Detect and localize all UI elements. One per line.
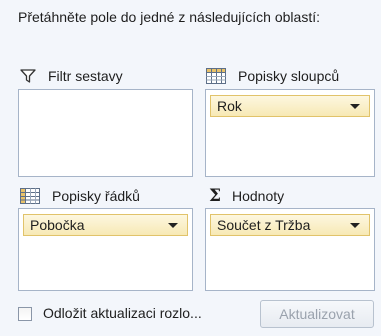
rows-zone-label: Popisky řádků [52, 188, 140, 204]
sigma-icon: Σ [208, 186, 222, 206]
value-field-item[interactable]: Součet z Tržba [210, 214, 370, 236]
row-field-label: Pobočka [30, 217, 85, 233]
value-field-label: Součet z Tržba [217, 217, 311, 233]
column-field-label: Rok [217, 98, 242, 114]
defer-update-label[interactable]: Odložit aktualizaci rozlo... [43, 305, 202, 321]
values-zone-title: Σ Hodnoty [208, 186, 284, 206]
filter-zone-label: Filtr sestavy [48, 68, 123, 84]
column-field-item[interactable]: Rok [210, 95, 370, 117]
values-zone[interactable]: Součet z Tržba [205, 208, 375, 291]
filter-zone[interactable] [18, 89, 193, 177]
values-zone-label: Hodnoty [232, 188, 285, 204]
row-field-item[interactable]: Pobočka [23, 214, 188, 236]
bottom-bar: Odložit aktualizaci rozlo... Aktualizova… [18, 300, 374, 328]
column-grid-icon [206, 68, 226, 84]
columns-zone-title: Popisky sloupců [206, 66, 339, 86]
columns-zone[interactable]: Rok [205, 89, 375, 177]
rows-zone-title: Popisky řádků [20, 186, 140, 206]
chevron-down-icon[interactable] [350, 223, 360, 228]
columns-zone-label: Popisky sloupců [238, 68, 340, 84]
instruction-text: Přetáhněte pole do jedné z následujících… [18, 9, 320, 25]
defer-update-checkbox[interactable] [18, 307, 32, 321]
chevron-down-icon[interactable] [168, 223, 178, 228]
filter-funnel-icon [20, 69, 36, 83]
filter-zone-title: Filtr sestavy [20, 66, 123, 86]
row-grid-icon [20, 188, 40, 204]
rows-zone[interactable]: Pobočka [18, 208, 193, 291]
chevron-down-icon[interactable] [350, 104, 360, 109]
update-button[interactable]: Aktualizovat [260, 300, 374, 328]
